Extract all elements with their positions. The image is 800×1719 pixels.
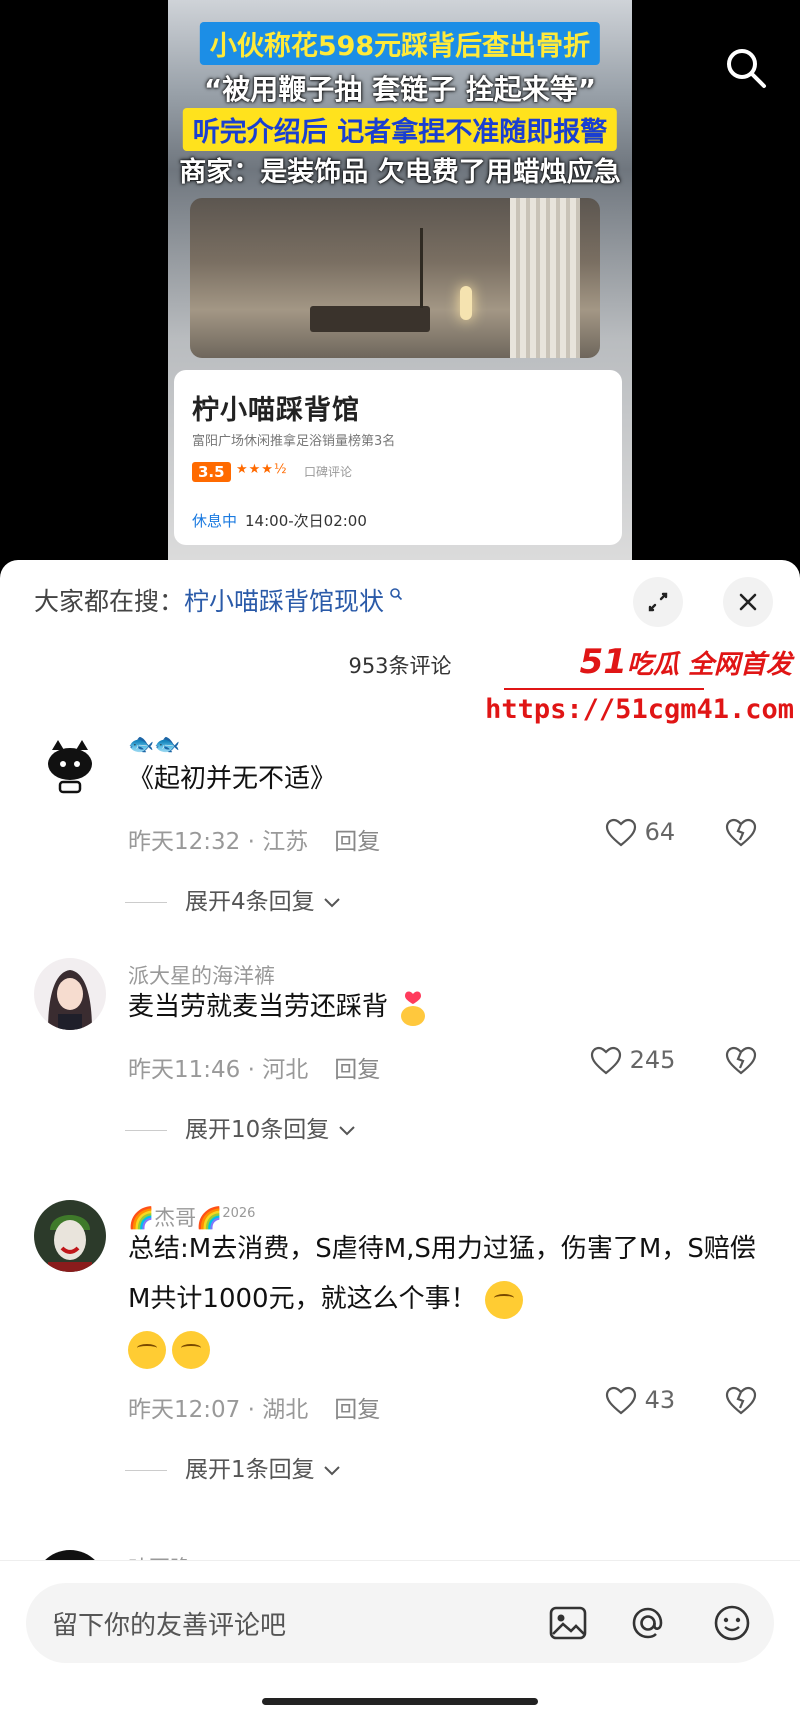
divider — [125, 1470, 167, 1471]
expand-icon[interactable] — [633, 577, 683, 627]
heart-icon — [605, 818, 637, 847]
dislike-icon[interactable] — [725, 1386, 757, 1416]
comment-time: 昨天12:32 — [128, 829, 241, 855]
comment-time: 昨天12:07 — [128, 1397, 241, 1423]
video-caption-2: “被用鞭子抽 套链子 拴起来等” — [203, 73, 597, 106]
comment-input[interactable]: 留下你的友善评论吧 — [26, 1583, 774, 1663]
comment-input-bar: 留下你的友善评论吧 — [0, 1560, 800, 1719]
store-photo — [190, 198, 600, 358]
comment-text: 麦当劳就麦当劳还踩背 — [128, 982, 758, 1032]
store-hours: 休息中 14:00-次日02:00 — [192, 510, 367, 531]
watermark-line — [504, 688, 704, 690]
dislike-icon[interactable] — [725, 1046, 757, 1076]
photo-plant — [420, 228, 463, 308]
close-icon[interactable] — [723, 577, 773, 627]
chevron-down-icon — [322, 889, 342, 915]
watermark-title: 51吃瓜 全网首发 — [580, 642, 792, 682]
trending-search[interactable]: 大家都在搜：柠小喵踩背馆现状 — [34, 582, 403, 618]
expand-replies-button[interactable]: 展开4条回复 — [125, 882, 342, 916]
comment-time: 昨天11:46 — [128, 1057, 241, 1083]
heart-icon — [605, 1386, 637, 1415]
emoji-icon[interactable] — [710, 1601, 754, 1645]
dislike-icon[interactable] — [725, 818, 757, 848]
video-caption-4: 商家：是装饰品 欠电费了用蜡烛应急 — [179, 157, 621, 188]
expand-replies-label: 展开1条回复 — [185, 1457, 315, 1483]
comment-text-content: 总结:M去消费，S虐待M,S用力过猛，伤害了M，S赔偿M共计1000元，就这么个… — [128, 1234, 756, 1314]
like-count: 245 — [629, 1046, 676, 1074]
smirk-emoji-icon — [128, 1330, 166, 1369]
avatar[interactable] — [34, 1200, 106, 1272]
watermark-title-num: 51 — [579, 642, 627, 682]
smirk-emoji-icon — [172, 1330, 210, 1369]
store-card: 柠小喵踩背馆 富阳广场休闲推拿足浴销量榜第3名 3.5 ★★★½ 口碑评论 休息… — [174, 370, 622, 545]
divider — [125, 1130, 167, 1131]
comment-location: 河北 — [262, 1057, 309, 1083]
chevron-down-icon — [337, 1117, 357, 1143]
store-hours-value: 14:00-次日02:00 — [245, 512, 367, 530]
expand-replies-button[interactable]: 展开10条回复 — [125, 1110, 357, 1144]
comment-location: 江苏 — [262, 829, 309, 855]
image-icon[interactable] — [546, 1601, 590, 1645]
comment-text-content: 麦当劳就麦当劳还踩背 — [128, 992, 389, 1022]
divider — [125, 902, 167, 903]
home-indicator — [262, 1698, 538, 1705]
reply-button[interactable]: 回复 — [334, 829, 380, 855]
user-badge: 2026 — [222, 1206, 256, 1221]
reply-button[interactable]: 回复 — [334, 1397, 380, 1423]
reply-button[interactable]: 回复 — [334, 1057, 380, 1083]
comment-location: 湖北 — [262, 1397, 309, 1423]
expand-replies-label: 展开4条回复 — [185, 889, 315, 915]
comment-text: 《起初并无不适》 — [128, 764, 337, 794]
store-name: 柠小喵踩背馆 — [192, 395, 360, 426]
video-player[interactable]: 小伙称花598元踩背后查出骨折 “被用鞭子抽 套链子 拴起来等” 听完介绍后 记… — [168, 0, 632, 565]
photo-curtain — [510, 198, 580, 358]
comment-meta: 昨天12:07 · 湖北 回复 — [128, 1397, 381, 1423]
store-rating: 3.5 — [192, 462, 231, 482]
video-caption-3: 听完介绍后 记者拿捏不准随即报警 — [182, 108, 618, 151]
expand-replies-label: 展开10条回复 — [185, 1117, 330, 1143]
chevron-down-icon — [322, 1457, 342, 1483]
avatar[interactable] — [34, 730, 106, 802]
expand-replies-button[interactable]: 展开1条回复 — [125, 1450, 342, 1484]
watermark-url: https://51cgm41.com — [485, 694, 794, 725]
comment-meta: 昨天12:32 · 江苏 回复 — [128, 829, 381, 855]
trending-search-term[interactable]: 柠小喵踩背馆现状 — [184, 587, 384, 616]
store-status: 休息中 — [192, 512, 238, 530]
smirk-emoji-icon — [484, 1280, 523, 1319]
comment-input-placeholder: 留下你的友善评论吧 — [52, 1611, 287, 1641]
comment-meta: 昨天11:46 · 河北 回复 — [128, 1057, 381, 1083]
video-caption-1: 小伙称花598元踩背后查出骨折 — [199, 22, 601, 65]
search-icon[interactable] — [722, 44, 770, 92]
trending-search-prefix: 大家都在搜： — [34, 587, 185, 616]
finger-heart-emoji-icon — [396, 988, 430, 1028]
photo-table — [310, 306, 430, 332]
store-address: 富阳广场休闲推拿足浴销量榜第3名 — [192, 434, 396, 449]
photo-lamp — [460, 286, 472, 320]
like-button[interactable]: 245 — [590, 1046, 675, 1076]
like-count: 43 — [644, 1386, 676, 1414]
store-reviews: 口碑评论 — [304, 465, 353, 479]
at-icon[interactable] — [626, 1601, 670, 1645]
small-search-icon — [384, 586, 403, 605]
comment-text: 总结:M去消费，S虐待M,S用力过猛，伤害了M，S赔偿M共计1000元，就这么个… — [128, 1224, 758, 1374]
like-count: 64 — [644, 818, 676, 846]
heart-icon — [590, 1046, 622, 1075]
comment-sheet: 大家都在搜：柠小喵踩背馆现状 953条评论 51吃瓜 全网首发 https://… — [0, 560, 800, 1719]
watermark-title-text: 吃瓜 全网首发 — [626, 650, 792, 680]
like-button[interactable]: 64 — [605, 818, 675, 848]
like-button[interactable]: 43 — [605, 1386, 675, 1416]
watermark: 51吃瓜 全网首发 https://51cgm41.com — [485, 642, 800, 732]
rating-stars-icon: ★★★½ — [236, 462, 288, 477]
avatar[interactable] — [34, 958, 106, 1030]
